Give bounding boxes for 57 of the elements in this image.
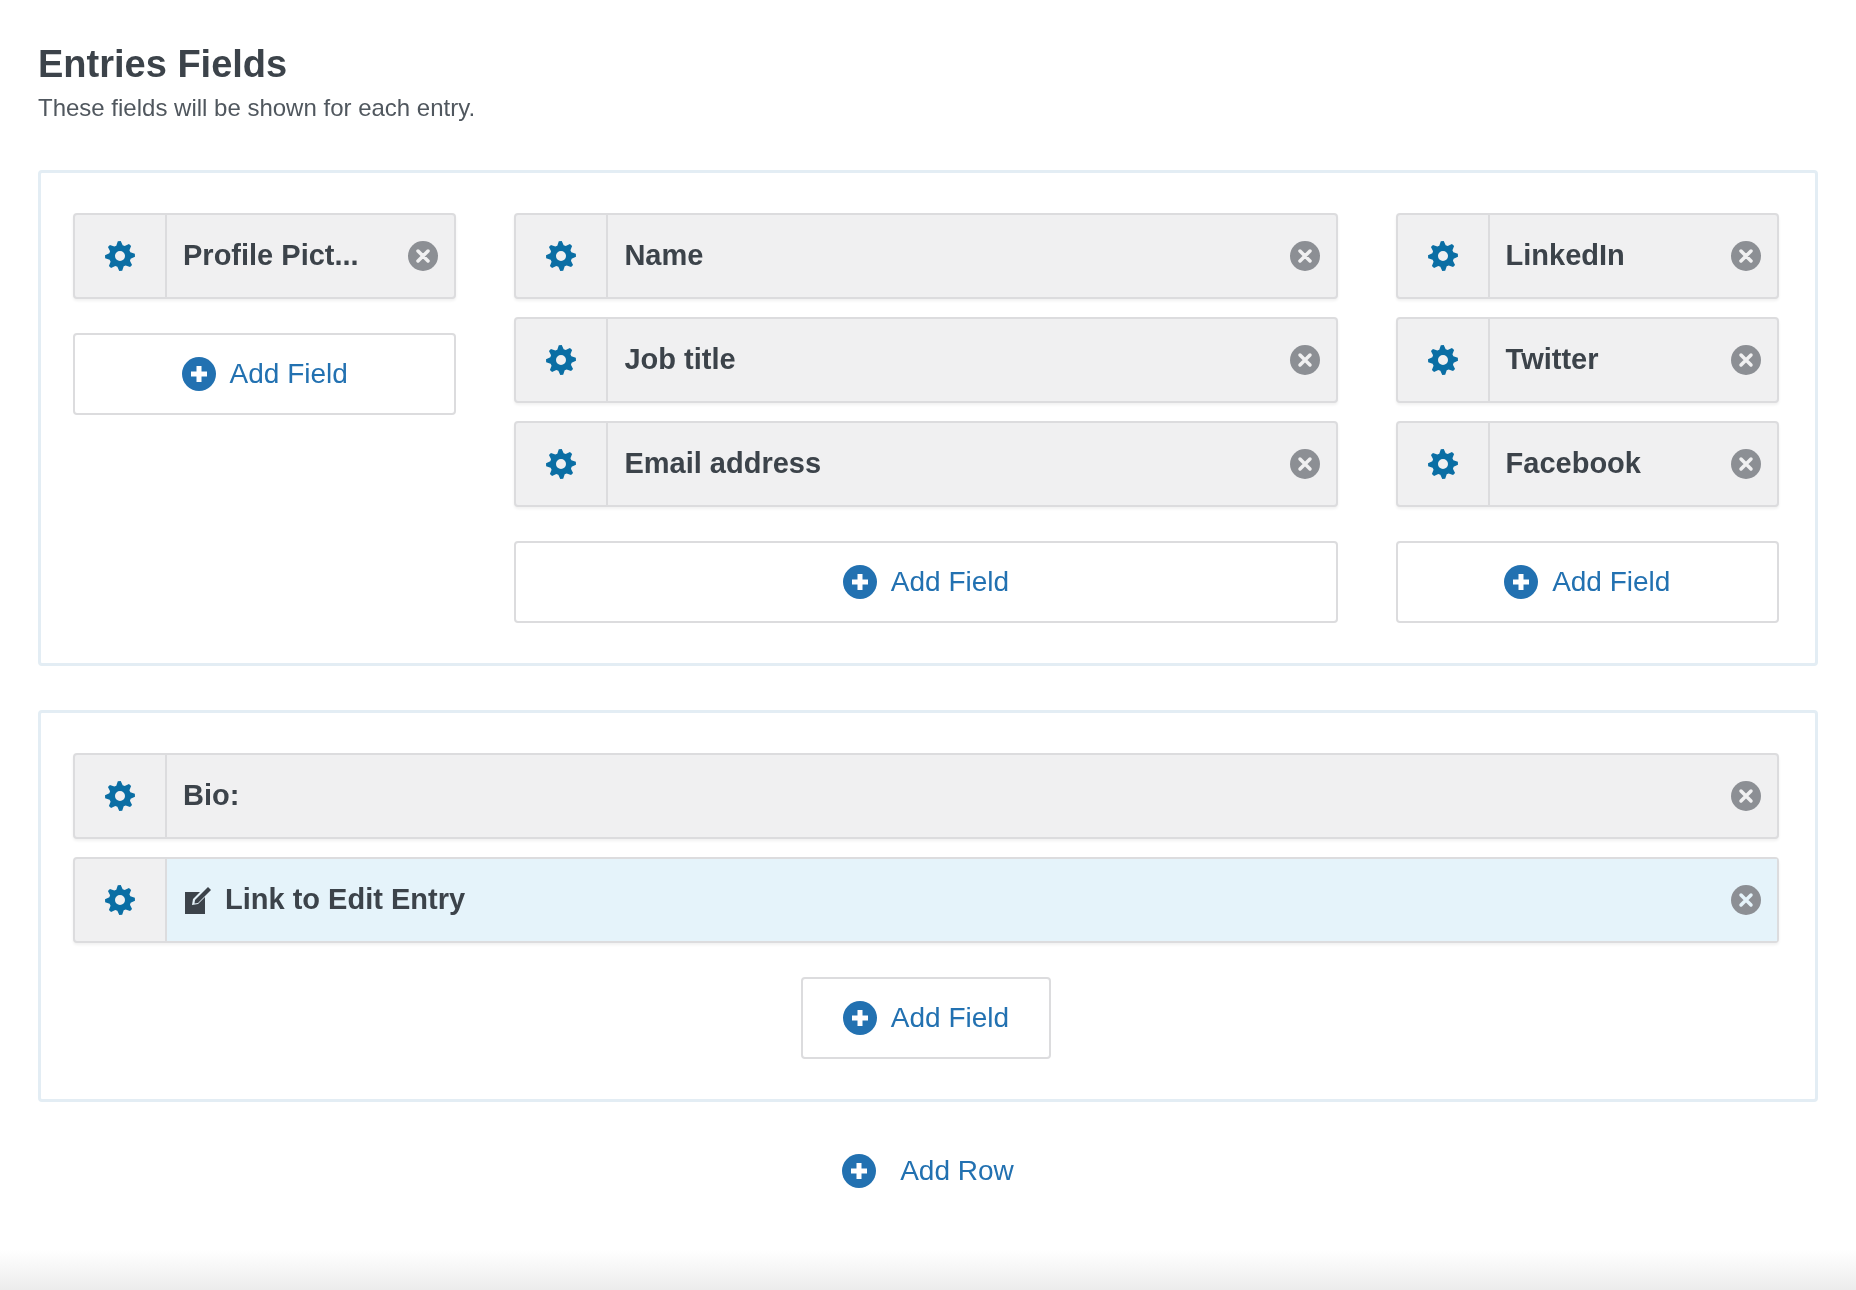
add-field-button[interactable]: Add Field <box>73 332 457 415</box>
remove-button[interactable] <box>1731 448 1761 479</box>
close-icon <box>1289 240 1320 271</box>
close-icon <box>1289 344 1320 375</box>
remove-button[interactable] <box>1289 344 1320 375</box>
field-label: LinkedIn <box>1505 237 1626 273</box>
field-item[interactable]: Bio: <box>73 752 1779 839</box>
field-item[interactable]: Name <box>514 212 1338 299</box>
close-icon <box>1731 344 1761 375</box>
remove-button[interactable] <box>1731 240 1761 271</box>
plus-icon <box>842 1000 877 1035</box>
field-label: Link to Edit Entry <box>225 881 467 917</box>
settings-icon <box>544 446 579 481</box>
field-item[interactable]: Link to Edit Entry <box>73 856 1779 943</box>
settings-icon <box>544 238 579 273</box>
close-icon <box>1731 240 1761 271</box>
field-label: Job title <box>624 341 737 377</box>
add-field-button[interactable]: Add Field <box>800 976 1052 1059</box>
field-item[interactable]: Profile Pict... <box>73 212 457 299</box>
plus-icon <box>1504 564 1539 599</box>
settings-icon <box>103 778 137 813</box>
settings-icon <box>1425 446 1460 481</box>
close-icon <box>1289 448 1320 479</box>
add-field-button[interactable]: Add Field <box>1395 540 1779 623</box>
settings-icon <box>1425 238 1460 273</box>
close-icon <box>1731 884 1761 915</box>
settings-icon <box>103 238 137 273</box>
remove-button[interactable] <box>1289 448 1320 479</box>
add-row-button[interactable]: Add Row <box>842 1149 1014 1192</box>
page-title: Entries Fields <box>38 42 289 87</box>
plus-icon <box>842 564 877 599</box>
settings-icon <box>1425 342 1460 377</box>
settings-icon <box>103 882 137 917</box>
field-item[interactable]: Job title <box>514 316 1338 403</box>
remove-button[interactable] <box>1731 344 1761 375</box>
settings-icon <box>544 342 579 377</box>
plus-icon <box>181 356 216 391</box>
field-item[interactable]: Twitter <box>1395 316 1779 403</box>
field-item[interactable]: Facebook <box>1395 420 1779 507</box>
plus-icon <box>842 1153 877 1188</box>
close-icon <box>408 240 439 271</box>
field-label: Email address <box>624 445 823 481</box>
field-item[interactable]: Email address <box>514 420 1338 507</box>
field-label: Facebook <box>1505 445 1642 481</box>
remove-button[interactable] <box>1731 780 1761 811</box>
field-label: Profile Pict... <box>183 237 360 273</box>
remove-button[interactable] <box>1731 884 1761 915</box>
remove-button[interactable] <box>1289 240 1320 271</box>
add-field-button[interactable]: Add Field <box>514 540 1338 623</box>
remove-button[interactable] <box>408 240 439 271</box>
field-label: Bio: <box>183 777 241 813</box>
field-item[interactable]: LinkedIn <box>1395 212 1779 299</box>
field-label: Twitter <box>1505 341 1600 377</box>
field-label: Name <box>624 237 705 273</box>
page-subtitle: These fields will be shown for each entry. <box>38 92 477 123</box>
close-icon <box>1731 780 1761 811</box>
close-icon <box>1731 448 1761 479</box>
